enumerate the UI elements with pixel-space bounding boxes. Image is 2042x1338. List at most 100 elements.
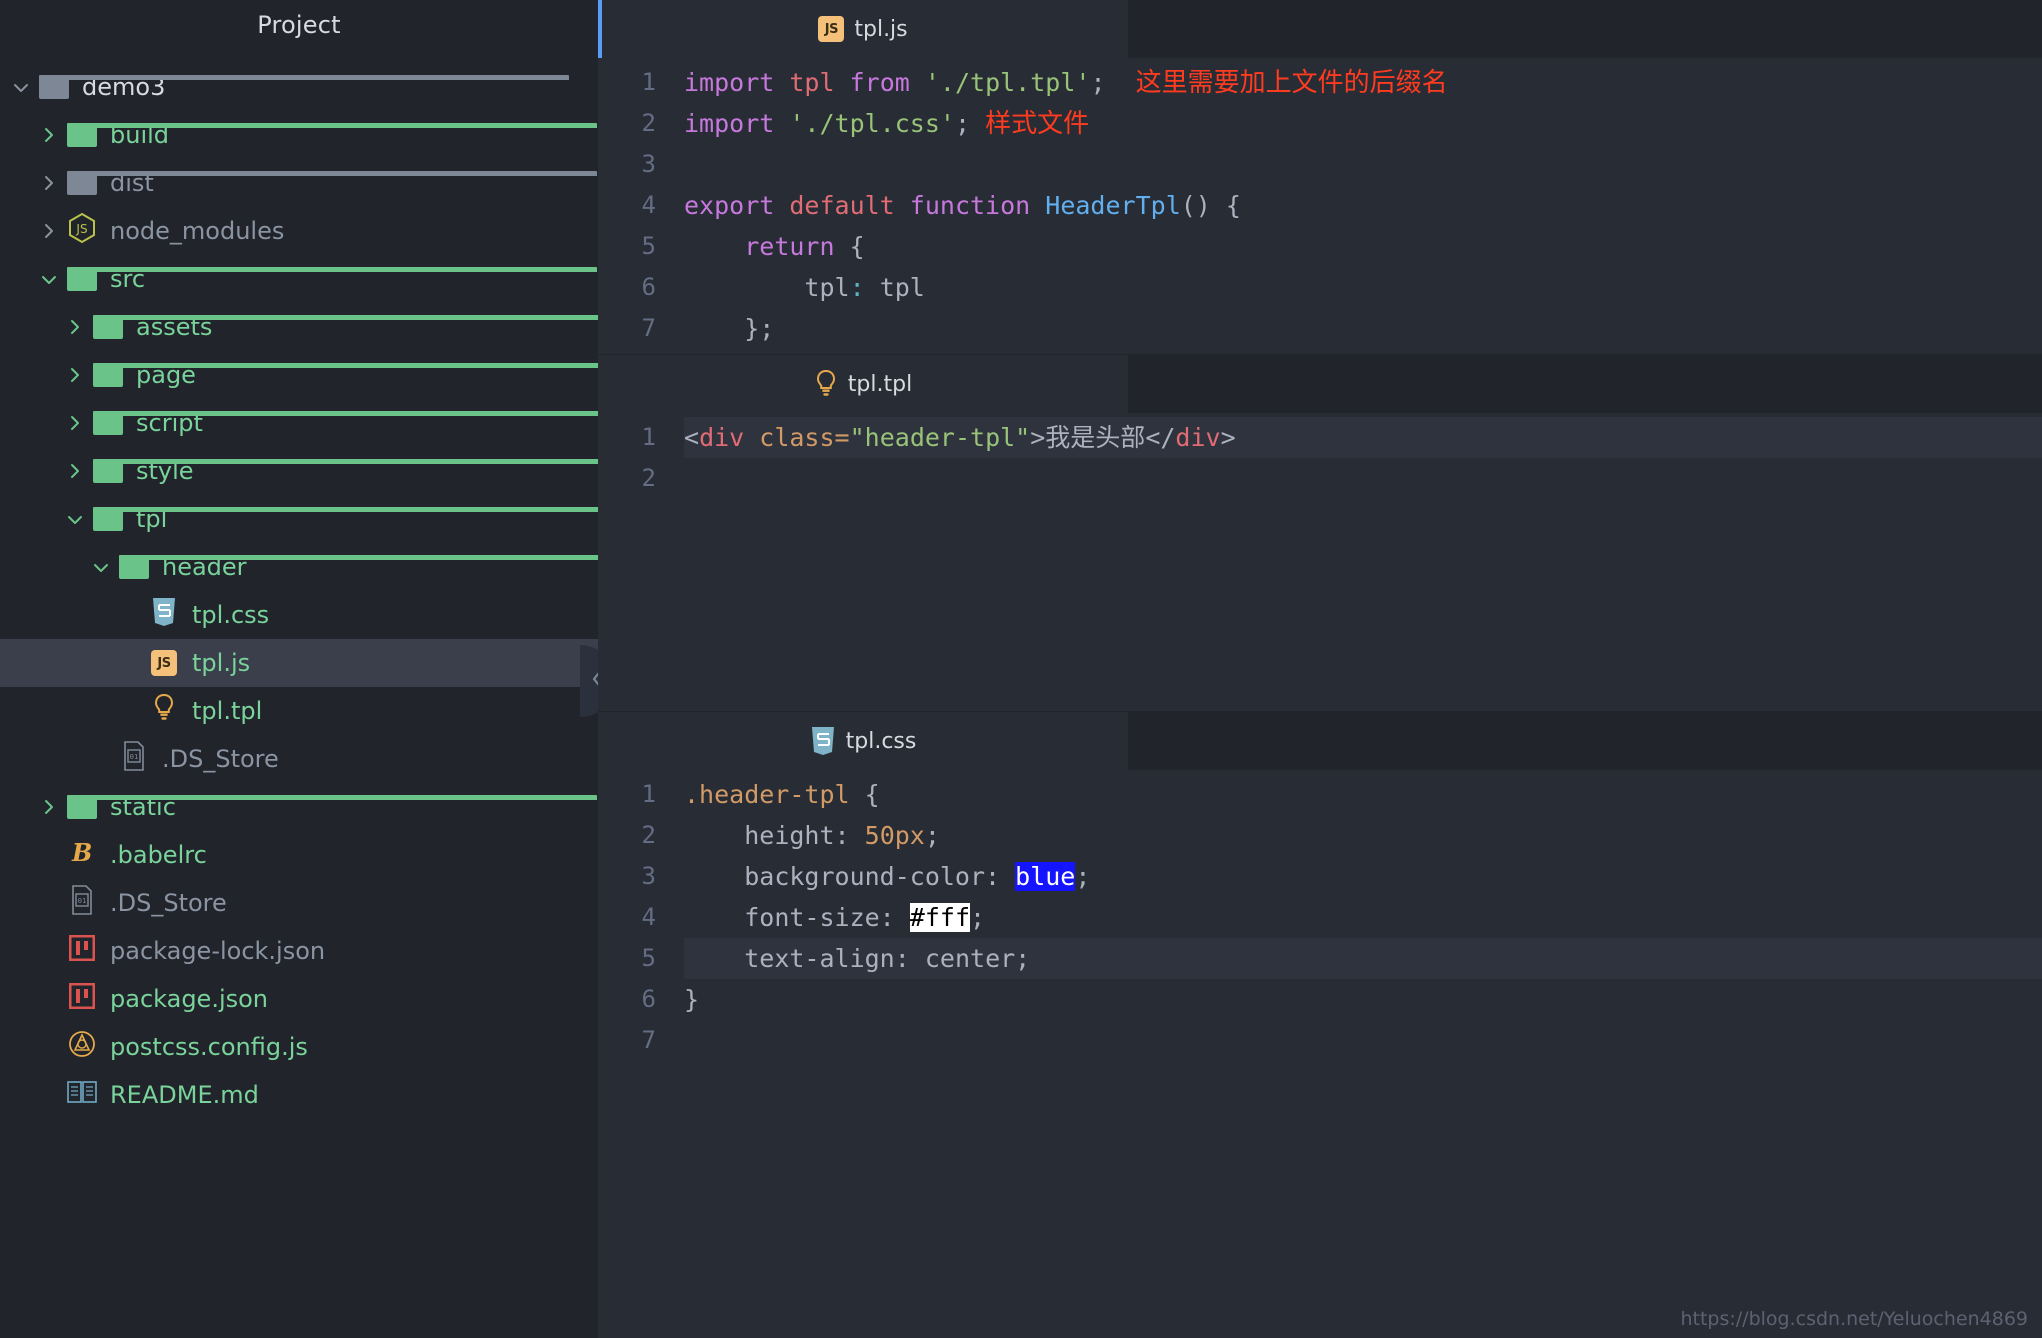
tree-item-header[interactable]: header bbox=[0, 543, 598, 591]
bulb-icon bbox=[814, 369, 838, 399]
code-tpl-js[interactable]: 1 import tpl from './tpl.tpl'; 这里需要加上文件的… bbox=[598, 58, 2042, 354]
code-text: tpl: tpl bbox=[684, 267, 924, 308]
tree-item-src[interactable]: src bbox=[0, 255, 598, 303]
tree-item-ds-store[interactable]: 01 .DS_Store bbox=[0, 879, 598, 927]
tabbar-empty-area bbox=[1128, 355, 2042, 413]
token-function-name: HeaderTpl bbox=[1045, 191, 1181, 220]
editor-panes: JS tpl.js 1 import tpl from './tpl.tpl';… bbox=[598, 0, 2042, 1338]
chevron-right-icon[interactable] bbox=[62, 461, 88, 481]
token-attr: class bbox=[759, 423, 835, 452]
code-text: <div class="header-tpl">我是头部</div> bbox=[684, 417, 1236, 458]
sidebar-collapse-handle[interactable] bbox=[580, 645, 598, 717]
tree-item-static[interactable]: static bbox=[0, 783, 598, 831]
tree-item-build[interactable]: build bbox=[0, 111, 598, 159]
tabbar-tpl-js: JS tpl.js bbox=[598, 0, 2042, 58]
code-line: 6 } bbox=[598, 979, 2042, 1020]
annotation-comment: 这里需要加上文件的后缀名 bbox=[1135, 67, 1448, 98]
code-line: 2 import './tpl.css'; 样式文件 bbox=[598, 103, 2042, 144]
tabbar-tpl-css: tpl.css bbox=[598, 712, 2042, 770]
tree-item-readme-md[interactable]: README.md bbox=[0, 1071, 598, 1119]
code-line: 1 .header-tpl { bbox=[598, 774, 2042, 815]
tree-item-ds-store[interactable]: 01 .DS_Store bbox=[0, 735, 598, 783]
tab-tpl-js[interactable]: JS tpl.js bbox=[598, 0, 1128, 58]
file-icon bbox=[62, 171, 597, 195]
chevron-right-icon[interactable] bbox=[36, 797, 62, 817]
chevron-down-icon[interactable] bbox=[36, 272, 62, 286]
tree-item-tpl[interactable]: tpl bbox=[0, 495, 598, 543]
tree-item-label: tpl.tpl bbox=[192, 697, 263, 725]
chevron-right-icon[interactable] bbox=[36, 125, 62, 145]
file-tree[interactable]: demo3 build dist JS node_modulessrc assets pag… bbox=[0, 63, 598, 1119]
code-tpl-css[interactable]: 1 .header-tpl { 2 height: 50px; 3 backgr… bbox=[598, 770, 2042, 1061]
chevron-right-icon[interactable] bbox=[36, 173, 62, 193]
file-icon bbox=[88, 459, 598, 483]
postcss-icon bbox=[68, 1030, 96, 1064]
tab-tpl-tpl[interactable]: tpl.tpl bbox=[598, 355, 1128, 413]
file-icon bbox=[144, 693, 184, 729]
token-key: tpl bbox=[804, 273, 850, 302]
chevron-right-icon[interactable] bbox=[36, 221, 62, 241]
token-punct: }; bbox=[744, 314, 775, 343]
file-icon bbox=[88, 315, 598, 339]
tree-item-label: package.json bbox=[110, 985, 269, 1013]
code-text: import './tpl.css'; 样式文件 bbox=[684, 103, 1089, 145]
tree-item-page[interactable]: page bbox=[0, 351, 598, 399]
chevron-down-icon[interactable] bbox=[88, 560, 114, 574]
tree-item-postcss-config-js[interactable]: postcss.config.js bbox=[0, 1023, 598, 1071]
tree-item-demo3[interactable]: demo3 bbox=[0, 63, 598, 111]
tree-item-babelrc[interactable]: B .babelrc bbox=[0, 831, 598, 879]
line-number: 6 bbox=[641, 273, 656, 301]
folder-icon bbox=[93, 507, 598, 531]
token-attr-value: "header-tpl" bbox=[849, 423, 1031, 452]
folder-icon bbox=[93, 411, 598, 435]
file-icon: JS bbox=[62, 212, 102, 250]
folder-icon bbox=[67, 123, 597, 147]
tree-item-tpl-css[interactable]: tpl.css bbox=[0, 591, 598, 639]
tree-item-script[interactable]: script bbox=[0, 399, 598, 447]
tab-label: tpl.css bbox=[845, 728, 917, 754]
binary-file-icon: 01 bbox=[70, 885, 94, 921]
chevron-right-icon[interactable] bbox=[62, 413, 88, 433]
chevron-down-icon[interactable] bbox=[62, 512, 88, 526]
tree-item-style[interactable]: style bbox=[0, 447, 598, 495]
tab-label: tpl.js bbox=[854, 16, 908, 42]
tree-item-tpl-js[interactable]: JS tpl.js bbox=[0, 639, 598, 687]
file-icon bbox=[88, 363, 598, 387]
code-text: } bbox=[684, 979, 699, 1020]
tree-item-package-lock-json[interactable]: package-lock.json bbox=[0, 927, 598, 975]
babel-icon: B bbox=[68, 838, 96, 872]
tree-item-tpl-tpl[interactable]: tpl.tpl bbox=[0, 687, 598, 735]
tree-item-package-json[interactable]: package.json bbox=[0, 975, 598, 1023]
folder-icon bbox=[119, 555, 598, 579]
token-selector: .header-tpl bbox=[684, 780, 850, 809]
chevron-down-icon[interactable] bbox=[8, 80, 34, 94]
line-number: 5 bbox=[641, 944, 656, 972]
code-tpl-tpl[interactable]: 1 <div class="header-tpl">我是头部</div> 2 bbox=[598, 413, 2042, 499]
file-icon: 01 bbox=[114, 741, 154, 777]
tree-item-dist[interactable]: dist bbox=[0, 159, 598, 207]
chevron-right-icon[interactable] bbox=[62, 365, 88, 385]
code-text: text-align: center; bbox=[684, 938, 1030, 979]
code-line: 5 return { bbox=[598, 226, 2042, 267]
token-semicolon: ; bbox=[1015, 944, 1031, 973]
code-line: 7 }; bbox=[598, 308, 2042, 349]
tree-item-label: postcss.config.js bbox=[110, 1033, 308, 1061]
token-eq: = bbox=[834, 423, 850, 452]
token-semicolon: ; bbox=[1075, 862, 1091, 891]
file-icon bbox=[62, 1030, 102, 1064]
tab-tpl-css[interactable]: tpl.css bbox=[598, 712, 1128, 770]
chevron-right-icon[interactable] bbox=[62, 317, 88, 337]
line-number: 4 bbox=[641, 191, 656, 219]
line-number: 2 bbox=[641, 821, 656, 849]
code-text: height: 50px; bbox=[684, 815, 940, 856]
tree-item-label: node_modules bbox=[110, 217, 285, 245]
tree-item-assets[interactable]: assets bbox=[0, 303, 598, 351]
tree-item-label: .DS_Store bbox=[162, 745, 279, 773]
npm-icon bbox=[68, 982, 96, 1015]
tree-item-node-modules[interactable]: JS node_modules bbox=[0, 207, 598, 255]
token-angle: > bbox=[1220, 423, 1236, 452]
code-line: 6 tpl: tpl bbox=[598, 267, 2042, 308]
file-icon: B bbox=[62, 838, 102, 872]
editor-pane-tpl-tpl: tpl.tpl 1 <div class="header-tpl">我是头部</… bbox=[598, 354, 2042, 711]
annotation-comment: 样式文件 bbox=[985, 108, 1090, 139]
